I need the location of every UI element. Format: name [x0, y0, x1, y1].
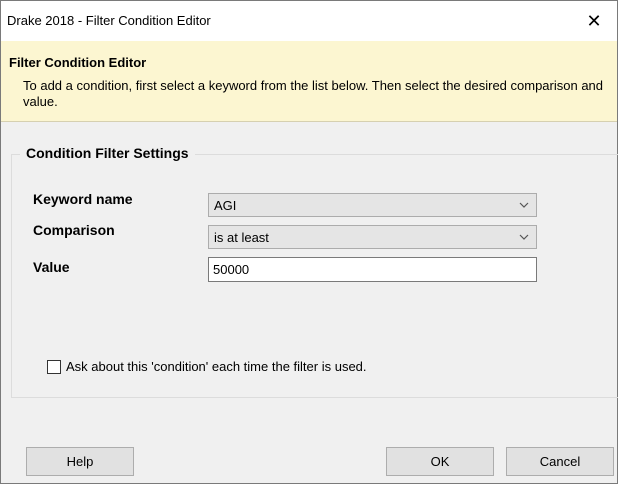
- ok-button[interactable]: OK: [386, 447, 494, 476]
- close-icon: ✕: [586, 10, 602, 31]
- banner-heading: Filter Condition Editor: [9, 55, 147, 70]
- banner-description: To add a condition, first select a keywo…: [23, 78, 604, 109]
- window-title: Drake 2018 - Filter Condition Editor: [7, 13, 211, 28]
- keyword-name-label: Keyword name: [33, 191, 133, 207]
- ask-each-time-label[interactable]: Ask about this 'condition' each time the…: [66, 359, 367, 374]
- close-button[interactable]: ✕: [571, 1, 617, 41]
- value-input[interactable]: 50000: [208, 257, 537, 282]
- ask-each-time-checkbox[interactable]: [47, 360, 61, 374]
- title-bar: Drake 2018 - Filter Condition Editor ✕: [1, 1, 617, 41]
- comparison-dropdown[interactable]: is at least: [208, 225, 537, 249]
- value-input-text: 50000: [213, 262, 250, 277]
- keyword-name-value: AGI: [214, 198, 237, 213]
- comparison-value: is at least: [214, 230, 269, 245]
- comparison-label: Comparison: [33, 222, 115, 238]
- header-banner: Filter Condition Editor To add a conditi…: [1, 41, 617, 122]
- value-label: Value: [33, 259, 70, 275]
- chevron-down-icon: [519, 234, 529, 240]
- help-button[interactable]: Help: [26, 447, 134, 476]
- cancel-button[interactable]: Cancel: [506, 447, 614, 476]
- filter-condition-editor-window: Drake 2018 - Filter Condition Editor ✕ F…: [0, 0, 618, 484]
- group-title: Condition Filter Settings: [20, 145, 195, 161]
- keyword-name-dropdown[interactable]: AGI: [208, 193, 537, 217]
- chevron-down-icon: [519, 202, 529, 208]
